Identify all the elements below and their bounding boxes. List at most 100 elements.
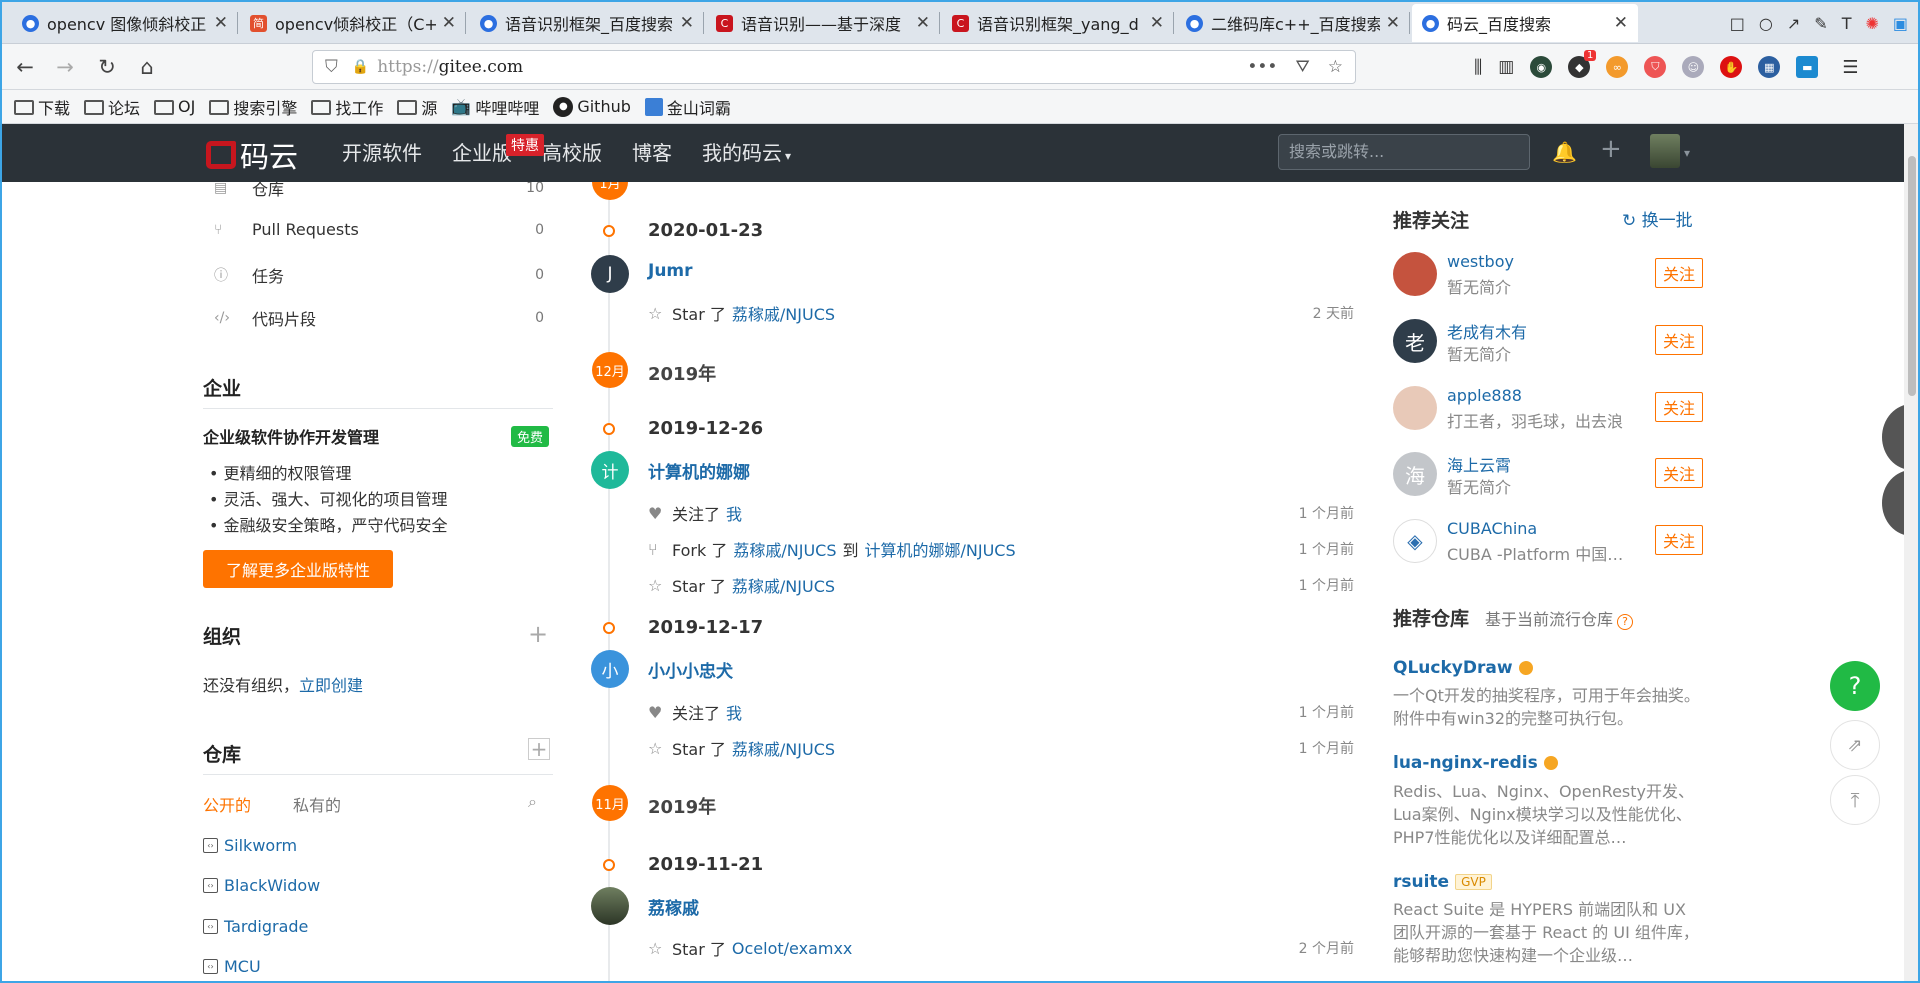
save-tool-icon[interactable]: ▣ xyxy=(1893,14,1908,33)
user-avatar[interactable]: 小 xyxy=(591,650,629,688)
bookmark-folder[interactable]: OJ xyxy=(154,97,195,116)
bell-icon[interactable]: 🔔 xyxy=(1552,140,1577,164)
rectangle-tool-icon[interactable]: □ xyxy=(1730,14,1745,33)
follow-button[interactable]: 关注 xyxy=(1655,258,1703,288)
follow-button[interactable]: 关注 xyxy=(1655,525,1703,555)
feed-user-link[interactable]: Jumr xyxy=(648,261,693,281)
recommend-repo-link[interactable]: QLuckyDraw xyxy=(1393,658,1533,678)
refresh-button[interactable]: ↻ 换一批 xyxy=(1622,206,1693,231)
help-button[interactable]: ? xyxy=(1830,661,1880,711)
extension-book-icon[interactable]: ▬ xyxy=(1796,56,1819,78)
add-repo-icon[interactable]: + xyxy=(528,737,550,761)
user-avatar[interactable] xyxy=(1650,134,1680,168)
caret-down-icon[interactable]: ▾ xyxy=(1684,146,1690,160)
header-search-input[interactable]: 搜索或跳转... xyxy=(1278,134,1530,170)
blur-tool-icon[interactable]: ✺ xyxy=(1865,14,1878,33)
repo-link[interactable]: ‹› BlackWidow xyxy=(203,876,320,895)
close-tab-icon[interactable]: ✕ xyxy=(916,13,930,33)
extension-shield-icon[interactable]: ⛉ xyxy=(1644,56,1667,78)
close-tab-icon[interactable]: ✕ xyxy=(1386,13,1400,33)
tab-private-repos[interactable]: 私有的 xyxy=(293,792,341,816)
close-tab-icon[interactable]: ✕ xyxy=(214,13,228,33)
browser-tab[interactable]: ● opencv 图像倾斜校正 ✕ xyxy=(12,4,238,42)
scrollbar-thumb[interactable] xyxy=(1908,156,1916,396)
page-actions-icon[interactable]: ••• xyxy=(1247,57,1277,77)
user-link[interactable]: 海上云霄 xyxy=(1447,452,1511,476)
repo-link[interactable]: Ocelot/examxx xyxy=(732,939,853,958)
user-avatar[interactable] xyxy=(1393,386,1437,430)
menu-icon[interactable]: ☰ xyxy=(1842,57,1858,78)
nav-education[interactable]: 高校版 xyxy=(542,137,602,166)
bookmark-link[interactable]: 金山词霸 xyxy=(644,95,731,119)
gitee-logo[interactable]: 码云 xyxy=(206,134,298,176)
add-org-icon[interactable]: + xyxy=(528,620,548,648)
user-link[interactable]: 老成有木有 xyxy=(1447,319,1527,343)
user-avatar[interactable]: 计 xyxy=(591,451,629,489)
feed-user-link[interactable]: 计算机的娜娜 xyxy=(648,458,750,483)
follow-button[interactable]: 关注 xyxy=(1655,458,1703,488)
bookmark-folder[interactable]: 下载 xyxy=(14,95,70,119)
repo-link[interactable]: 荔稼戚/NJUCS xyxy=(732,573,835,597)
home-icon[interactable]: ⌂ xyxy=(132,52,162,82)
bookmark-link[interactable]: ● Github xyxy=(553,96,631,117)
user-link[interactable]: apple888 xyxy=(1447,386,1522,405)
feed-user-link[interactable]: 小小小忠犬 xyxy=(648,657,733,682)
enterprise-learn-more-button[interactable]: 了解更多企业版特性 xyxy=(203,550,393,588)
user-avatar[interactable] xyxy=(591,887,629,925)
pocket-icon[interactable]: ⛛ xyxy=(1295,57,1309,77)
help-icon[interactable]: ? xyxy=(1617,613,1634,630)
search-icon[interactable]: ⌕ xyxy=(528,792,537,812)
bookmark-folder[interactable]: 论坛 xyxy=(84,95,140,119)
close-tab-icon[interactable]: ✕ xyxy=(442,13,456,33)
browser-tab[interactable]: ● 语音识别框架_百度搜索 ✕ xyxy=(470,4,704,42)
sidebar-item-issues[interactable]: ⓘ 任务 0 xyxy=(214,263,544,287)
text-tool-icon[interactable]: T xyxy=(1842,14,1852,33)
extension-cube-icon[interactable]: ▦ xyxy=(1758,56,1781,78)
user-link[interactable]: 我 xyxy=(726,501,742,525)
user-link[interactable]: 我 xyxy=(726,700,742,724)
close-tab-icon[interactable]: ✕ xyxy=(1150,13,1164,33)
browser-tab-active[interactable]: ● 码云_百度搜索 ✕ xyxy=(1412,4,1638,42)
nav-enterprise[interactable]: 企业版 xyxy=(452,137,512,166)
sidebar-icon[interactable]: ▥ xyxy=(1498,57,1514,77)
arrow-tool-icon[interactable]: ↗ xyxy=(1787,14,1800,33)
forward-icon[interactable]: → xyxy=(50,52,80,82)
back-icon[interactable]: ← xyxy=(10,52,40,82)
repo-link[interactable]: ‹› Silkworm xyxy=(203,836,297,855)
bookmark-folder[interactable]: 源 xyxy=(397,95,437,119)
extension-cat-icon[interactable]: ☺ xyxy=(1682,56,1705,78)
user-avatar[interactable]: ◈ xyxy=(1393,519,1437,563)
repo-link[interactable]: ‹› MCU xyxy=(203,957,261,976)
extension-loop-icon[interactable]: ∞ xyxy=(1606,56,1629,78)
create-org-link[interactable]: 立即创建 xyxy=(299,676,363,695)
extension-globe-icon[interactable]: ◉ xyxy=(1530,56,1553,78)
repo-link[interactable]: 荔稼戚/NJUCS xyxy=(733,537,836,561)
user-avatar[interactable]: 海 xyxy=(1393,452,1437,496)
recommend-repo-link[interactable]: lua-nginx-redis xyxy=(1393,753,1558,773)
repo-link[interactable]: 荔稼戚/NJUCS xyxy=(732,736,835,760)
repo-link[interactable]: 计算机的娜娜/NJUCS xyxy=(865,537,1016,561)
tab-public-repos[interactable]: 公开的 xyxy=(203,792,251,816)
sidebar-item-pull-requests[interactable]: ⑂ Pull Requests 0 xyxy=(214,220,544,239)
nav-my-gitee[interactable]: 我的码云 ▾ xyxy=(702,137,791,166)
sidebar-item-repos[interactable]: ▤ 仓库 10 xyxy=(214,182,544,200)
browser-tab[interactable]: ● 二维码库c++_百度搜索 ✕ xyxy=(1176,4,1410,42)
page-scrollbar[interactable] xyxy=(1904,124,1920,983)
recommend-repo-link[interactable]: rsuite GVP xyxy=(1393,872,1492,892)
close-tab-icon[interactable]: ✕ xyxy=(1614,13,1628,33)
extension-puzzle-icon[interactable]: ◆ 1 xyxy=(1568,50,1597,78)
share-icon[interactable]: ⇗ xyxy=(1830,720,1880,770)
bookmark-folder[interactable]: 找工作 xyxy=(311,95,383,119)
sidebar-item-snippets[interactable]: ‹/› 代码片段 0 xyxy=(214,306,544,330)
browser-tab[interactable]: 简 opencv倾斜校正（C++ ✕ xyxy=(240,4,466,42)
user-avatar[interactable]: J xyxy=(591,255,629,293)
feed-user-link[interactable]: 荔稼戚 xyxy=(648,894,699,919)
follow-button[interactable]: 关注 xyxy=(1655,392,1703,422)
user-link[interactable]: CUBAChina xyxy=(1447,519,1537,538)
user-link[interactable]: westboy xyxy=(1447,252,1514,271)
user-avatar[interactable]: 老 xyxy=(1393,319,1437,363)
url-bar[interactable]: ⛉ 🔒 https://gitee.com ••• ⛛ ☆ xyxy=(312,50,1356,84)
user-avatar[interactable] xyxy=(1393,252,1437,296)
pen-tool-icon[interactable]: ✎ xyxy=(1814,14,1827,33)
bookmark-folder[interactable]: 搜索引擎 xyxy=(209,95,297,119)
